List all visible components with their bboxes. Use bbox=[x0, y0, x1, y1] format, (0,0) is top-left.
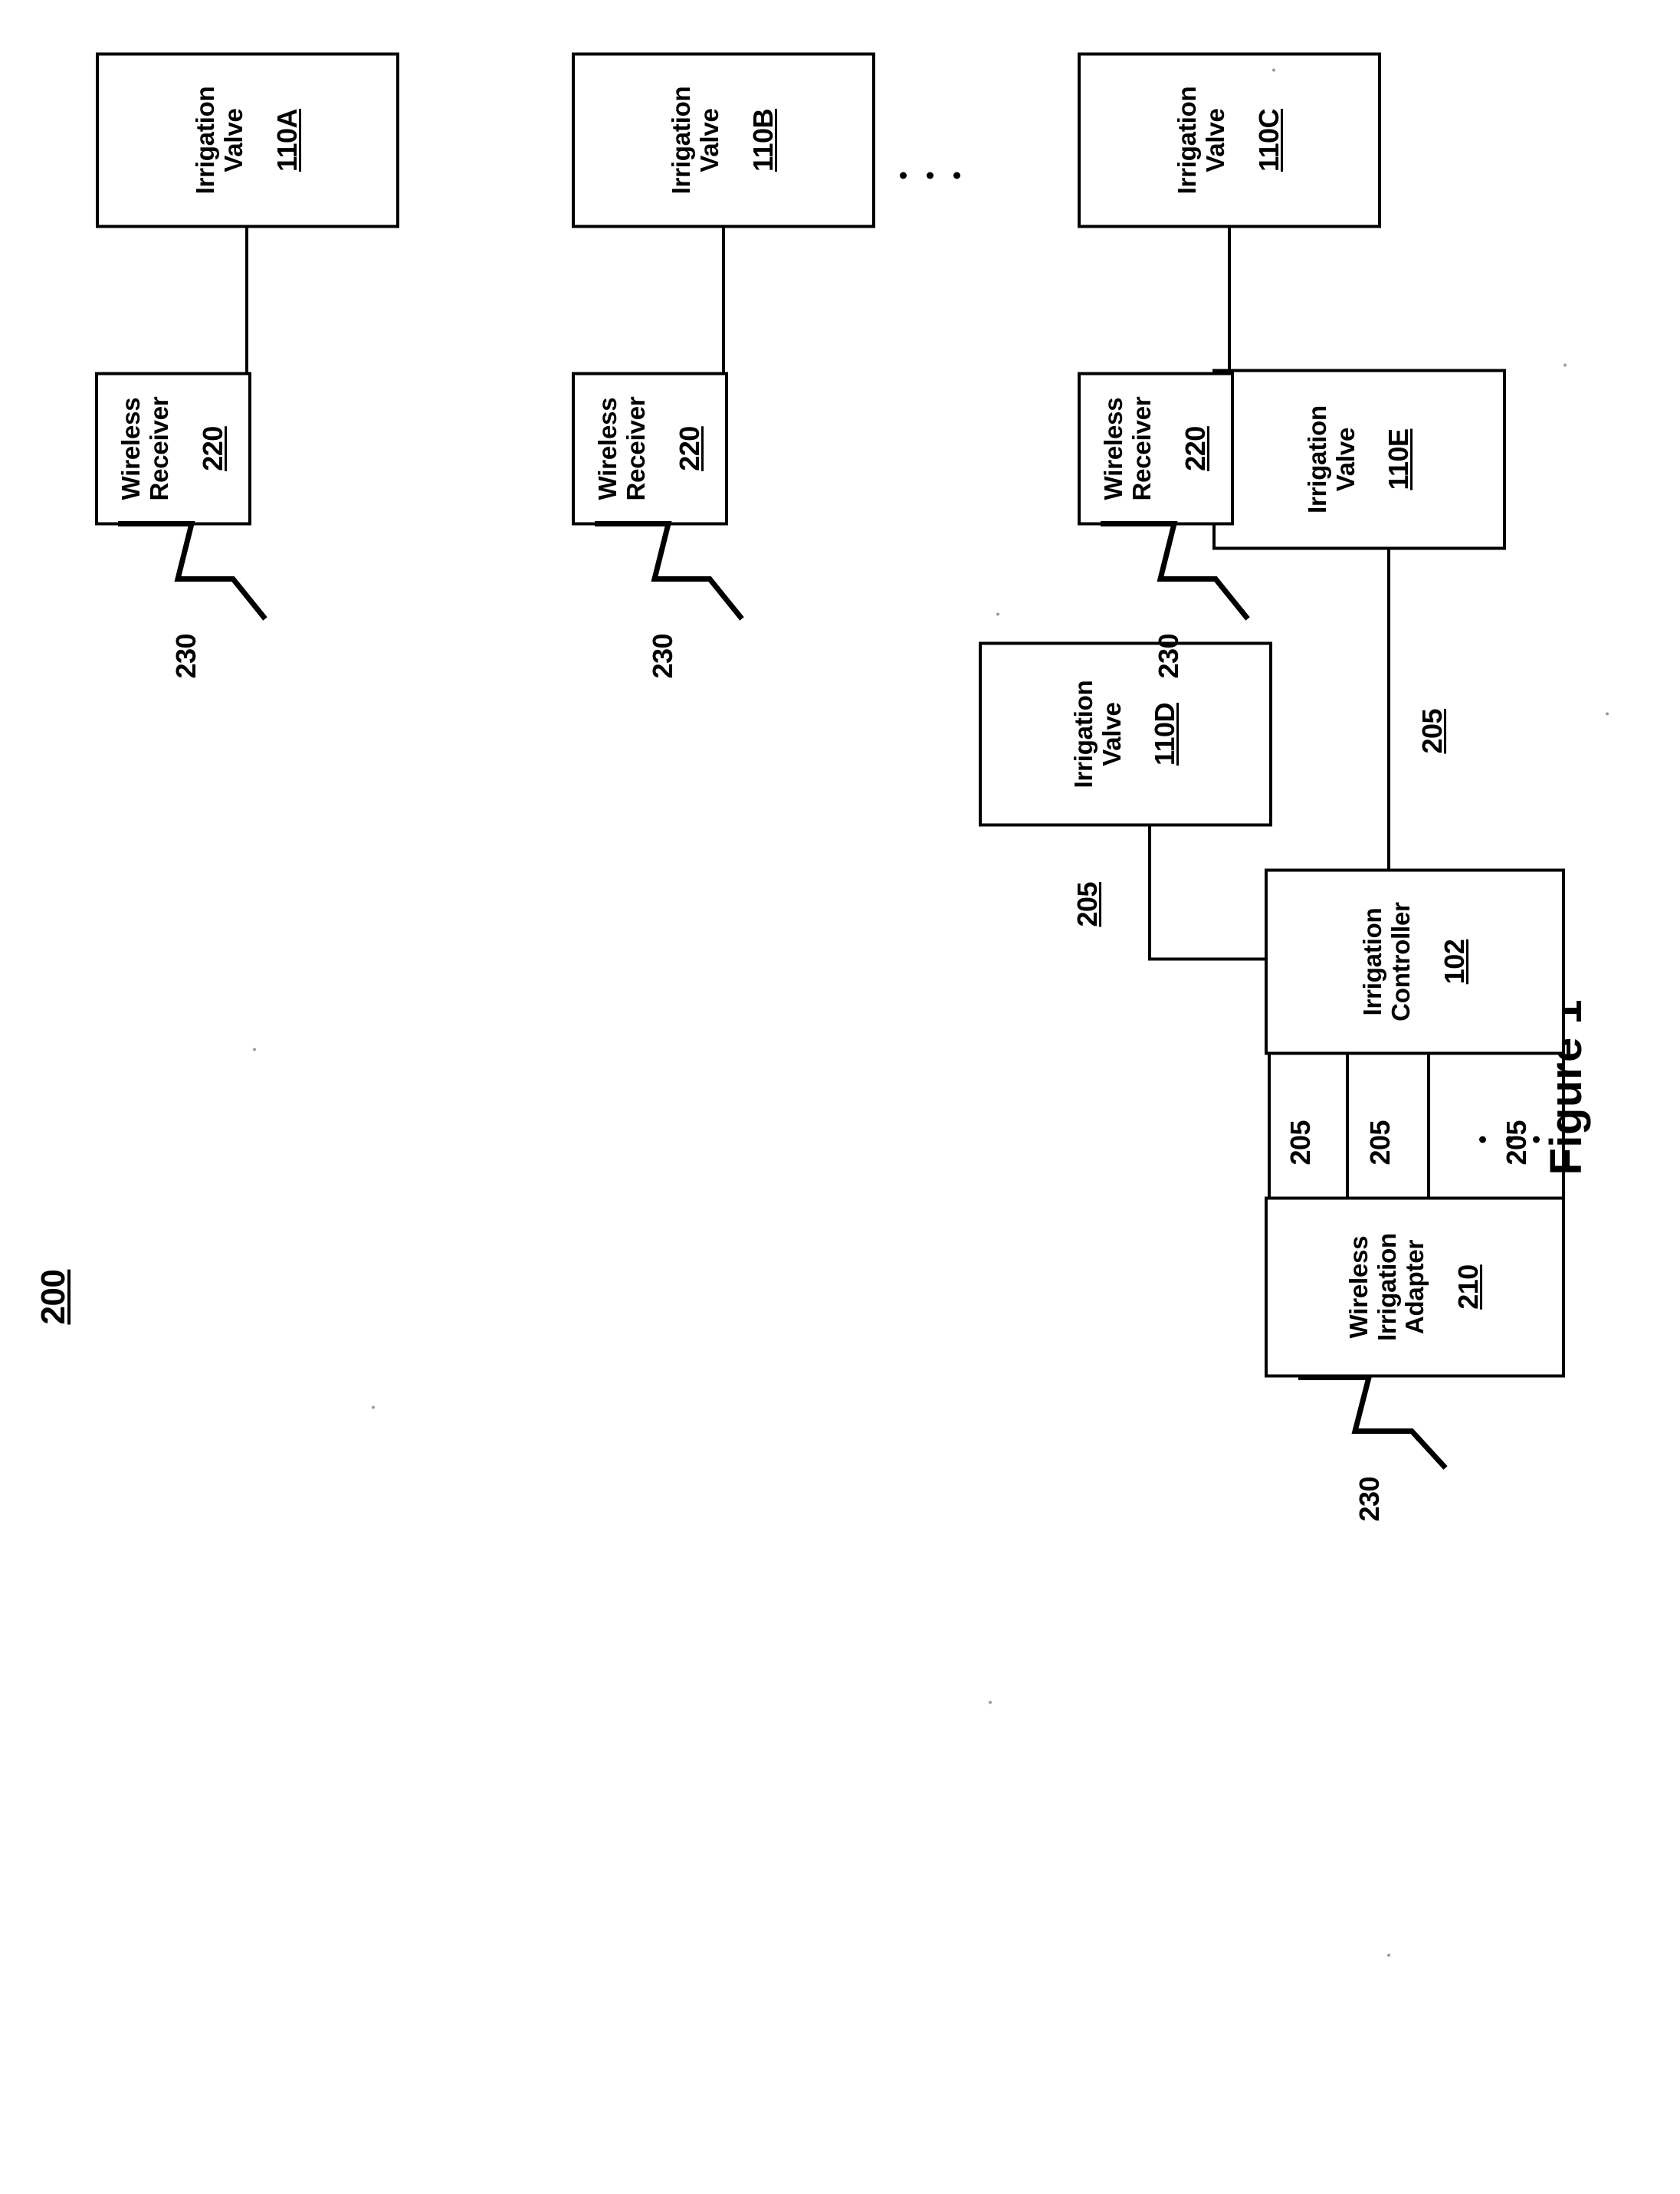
lead-205-rail-2: 205 bbox=[1364, 1120, 1396, 1165]
wire-receiver-b-to-valve-b bbox=[722, 226, 725, 372]
irrigation-valve-a-title: Irrigation Valve bbox=[191, 86, 248, 195]
ellipsis-dots-icon-adapter-bus bbox=[1479, 1136, 1540, 1143]
wireless-receiver-b-ref: 220 bbox=[673, 425, 705, 471]
scan-speck bbox=[1272, 68, 1275, 71]
node-irrigation-valve-a[interactable]: Irrigation Valve 110A bbox=[96, 52, 399, 228]
node-wireless-receiver-b[interactable]: Wireless Receiver 220 bbox=[572, 372, 728, 525]
patent-figure-sheet: Figure 1 200 Irrigation Controller 102 W… bbox=[0, 0, 1680, 2194]
scan-speck bbox=[372, 1405, 375, 1409]
wire-controller-to-valve-e bbox=[1387, 549, 1390, 870]
wireless-receiver-c-ref: 220 bbox=[1179, 425, 1211, 471]
wireless-receiver-b-title: Wireless Receiver bbox=[593, 396, 650, 501]
wireless-receiver-a-title: Wireless Receiver bbox=[116, 396, 173, 501]
node-irrigation-valve-e[interactable]: Irrigation Valve 110E bbox=[1212, 369, 1506, 549]
wire-205-rail-3 bbox=[1427, 1054, 1430, 1196]
lead-230-adapter: 230 bbox=[1354, 1476, 1385, 1521]
irrigation-valve-c-ref: 110C bbox=[1252, 108, 1285, 172]
antenna-zigzag-icon-receiver-b bbox=[595, 520, 744, 621]
lead-230-receiver-c: 230 bbox=[1153, 633, 1184, 678]
scan-speck bbox=[253, 1048, 256, 1051]
lead-230-receiver-b: 230 bbox=[647, 633, 678, 678]
node-wireless-receiver-a[interactable]: Wireless Receiver 220 bbox=[95, 372, 251, 525]
lead-205-rail-1: 205 bbox=[1285, 1120, 1316, 1165]
antenna-zigzag-icon-receiver-a bbox=[118, 520, 267, 621]
irrigation-valve-b-ref: 110B bbox=[746, 108, 779, 172]
irrigation-valve-b-title: Irrigation Valve bbox=[667, 86, 724, 195]
wireless-irrigation-adapter-title: Wireless Irrigation Adapter bbox=[1344, 1232, 1429, 1341]
wire-205-rail-4 bbox=[1562, 1054, 1565, 1196]
antenna-zigzag-icon-receiver-c bbox=[1101, 520, 1250, 621]
wireless-irrigation-adapter-ref: 210 bbox=[1452, 1264, 1485, 1310]
irrigation-valve-a-ref: 110A bbox=[271, 108, 303, 172]
lead-205-valve-d: 205 bbox=[1071, 881, 1103, 926]
irrigation-valve-d-ref: 110D bbox=[1149, 702, 1181, 766]
irrigation-valve-c-title: Irrigation Valve bbox=[1173, 86, 1229, 195]
node-wireless-receiver-c[interactable]: Wireless Receiver 220 bbox=[1078, 372, 1234, 525]
ellipsis-dots-icon-valve-chain bbox=[900, 172, 960, 179]
scan-speck bbox=[996, 612, 999, 615]
irrigation-valve-d-title: Irrigation Valve bbox=[1068, 680, 1126, 789]
node-irrigation-controller[interactable]: Irrigation Controller 102 bbox=[1265, 868, 1565, 1054]
wireless-receiver-c-title: Wireless Receiver bbox=[1099, 396, 1156, 501]
scan-speck bbox=[1564, 363, 1567, 366]
node-wireless-irrigation-adapter[interactable]: Wireless Irrigation Adapter 210 bbox=[1265, 1196, 1565, 1377]
scan-speck bbox=[1387, 1953, 1390, 1956]
irrigation-controller-title: Irrigation Controller bbox=[1358, 901, 1415, 1022]
wire-controller-to-valve-d-drop bbox=[1148, 957, 1268, 960]
irrigation-valve-e-title: Irrigation Valve bbox=[1302, 405, 1360, 513]
scan-speck bbox=[989, 1700, 992, 1704]
system-reference-number: 200 bbox=[34, 1269, 72, 1324]
wire-205-rail-1 bbox=[1268, 1054, 1271, 1196]
node-irrigation-valve-c[interactable]: Irrigation Valve 110C bbox=[1078, 52, 1381, 228]
irrigation-controller-ref: 102 bbox=[1438, 939, 1470, 984]
wire-controller-to-valve-d-seg2 bbox=[1148, 824, 1151, 960]
wireless-receiver-a-ref: 220 bbox=[196, 425, 228, 471]
lead-205-valve-e: 205 bbox=[1416, 708, 1448, 753]
node-irrigation-valve-d[interactable]: Irrigation Valve 110D bbox=[979, 641, 1272, 826]
scan-speck bbox=[1606, 712, 1609, 715]
irrigation-valve-e-ref: 110E bbox=[1383, 428, 1415, 490]
wire-receiver-a-to-valve-a bbox=[245, 226, 248, 372]
node-irrigation-valve-b[interactable]: Irrigation Valve 110B bbox=[572, 52, 875, 228]
wire-receiver-c-to-valve-c bbox=[1228, 226, 1231, 372]
lead-230-receiver-a: 230 bbox=[170, 633, 202, 678]
antenna-zigzag-icon-adapter bbox=[1298, 1374, 1448, 1470]
wire-205-rail-2 bbox=[1346, 1054, 1349, 1196]
